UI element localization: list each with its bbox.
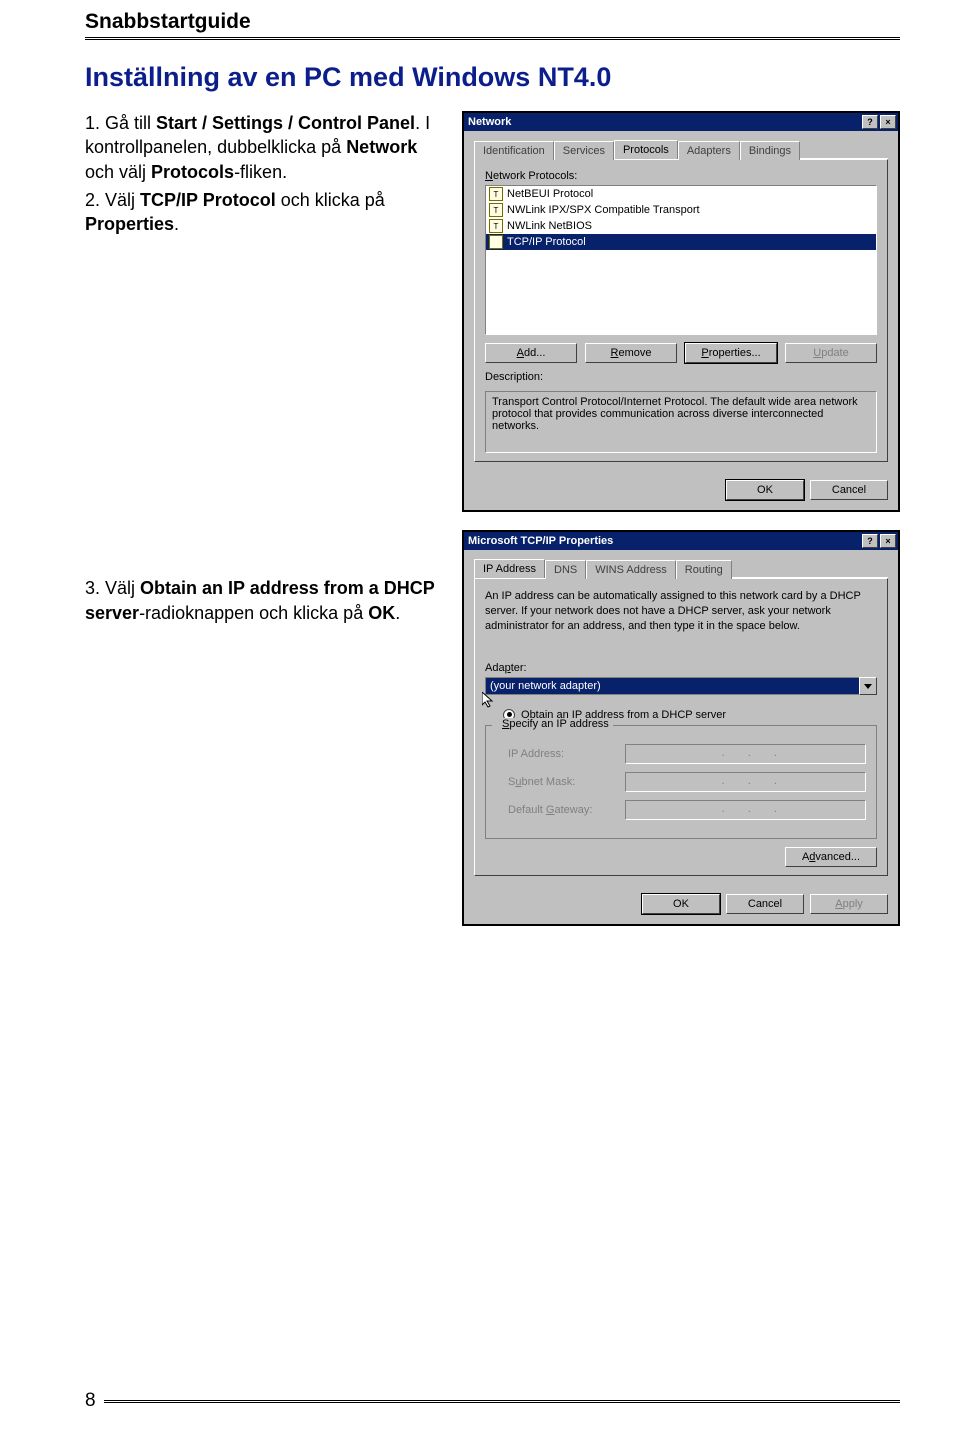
adapter-combo[interactable]: (your network adapter) — [485, 677, 877, 695]
intro-text: An IP address can be automatically assig… — [485, 589, 877, 634]
subnet-mask-label: Subnet Mask: — [508, 776, 613, 788]
close-button[interactable]: × — [880, 534, 896, 548]
tab-protocols[interactable]: Protocols — [614, 140, 678, 159]
adapter-label: Adapter: — [485, 662, 877, 674]
ok-button[interactable]: OK — [726, 480, 804, 500]
tab-wins[interactable]: WINS Address — [586, 560, 676, 579]
protocol-icon: T — [489, 235, 503, 249]
page-footer: 8 — [85, 1390, 900, 1412]
properties-button[interactable]: Properties... — [685, 343, 777, 363]
cancel-button[interactable]: Cancel — [726, 894, 804, 914]
page-header: Snabbstartguide — [85, 0, 900, 37]
subnet-mask-field — [625, 772, 866, 792]
tab-panel: An IP address can be automatically assig… — [474, 578, 888, 876]
list-item-selected[interactable]: TTCP/IP Protocol — [486, 234, 876, 250]
specify-fieldset: Specify an IP address IP Address: Subnet… — [485, 725, 877, 839]
help-button[interactable]: ? — [862, 115, 878, 129]
header-rule — [85, 37, 900, 40]
add-button[interactable]: Add... — [485, 343, 577, 363]
tabstrip: IP Address DNS WINS Address Routing — [474, 558, 888, 578]
footer-rule — [104, 1400, 900, 1403]
apply-button: Apply — [810, 894, 888, 914]
page-number: 8 — [85, 1390, 96, 1412]
tab-adapters[interactable]: Adapters — [678, 141, 740, 160]
help-button[interactable]: ? — [862, 534, 878, 548]
cancel-button[interactable]: Cancel — [810, 480, 888, 500]
content-row: 1. Gå till Start / Settings / Control Pa… — [85, 111, 900, 944]
ok-button[interactable]: OK — [642, 894, 720, 914]
protocol-icon: T — [489, 187, 503, 201]
tab-routing[interactable]: Routing — [676, 560, 732, 579]
cursor-icon — [482, 692, 498, 708]
protocol-icon: T — [489, 219, 503, 233]
step-2: 2. Välj TCP/IP Protocol och klicka på Pr… — [85, 188, 444, 237]
step-1: 1. Gå till Start / Settings / Control Pa… — [85, 111, 444, 184]
titlebar: Network ? × — [464, 113, 898, 131]
section-heading: Inställning av en PC med Windows NT4.0 — [85, 62, 900, 93]
title-text: Network — [468, 116, 511, 128]
tab-services[interactable]: Services — [554, 141, 614, 160]
list-item[interactable]: TNWLink NetBIOS — [486, 218, 876, 234]
tab-identification[interactable]: Identification — [474, 141, 554, 160]
default-gateway-field — [625, 800, 866, 820]
protocols-listbox[interactable]: TNetBEUI Protocol TNWLink IPX/SPX Compat… — [485, 185, 877, 335]
network-dialog: Network ? × Identification Services Prot… — [462, 111, 900, 512]
list-item[interactable]: TNetBEUI Protocol — [486, 186, 876, 202]
description-label: Description: — [485, 371, 877, 383]
tab-panel: Network Protocols: TNetBEUI Protocol TNW… — [474, 159, 888, 462]
tab-ipaddress[interactable]: IP Address — [474, 559, 545, 578]
update-button: Update — [785, 343, 877, 363]
description-box: Transport Control Protocol/Internet Prot… — [485, 391, 877, 453]
instructions-column: 1. Gå till Start / Settings / Control Pa… — [85, 111, 444, 629]
protocol-icon: T — [489, 203, 503, 217]
list-label: Network Protocols: — [485, 170, 877, 182]
chevron-down-icon — [864, 681, 872, 693]
close-button[interactable]: × — [880, 115, 896, 129]
adapter-value: (your network adapter) — [485, 677, 859, 695]
title-text: Microsoft TCP/IP Properties — [468, 535, 613, 547]
tabstrip: Identification Services Protocols Adapte… — [474, 139, 888, 159]
tab-bindings[interactable]: Bindings — [740, 141, 800, 160]
tcpip-properties-dialog: Microsoft TCP/IP Properties ? × IP Addre… — [462, 530, 900, 926]
radio-specify[interactable]: Specify an IP address — [502, 718, 609, 730]
tab-dns[interactable]: DNS — [545, 560, 586, 579]
list-item[interactable]: TNWLink IPX/SPX Compatible Transport — [486, 202, 876, 218]
titlebar: Microsoft TCP/IP Properties ? × — [464, 532, 898, 550]
step-3: 3. Välj Obtain an IP address from a DHCP… — [85, 576, 444, 625]
default-gateway-label: Default Gateway: — [508, 804, 613, 816]
ip-address-field — [625, 744, 866, 764]
remove-button[interactable]: Remove — [585, 343, 677, 363]
combo-dropdown-button[interactable] — [859, 677, 877, 695]
advanced-button[interactable]: Advanced... — [785, 847, 877, 867]
screenshots-column: Network ? × Identification Services Prot… — [462, 111, 900, 944]
ip-address-label: IP Address: — [508, 748, 613, 760]
